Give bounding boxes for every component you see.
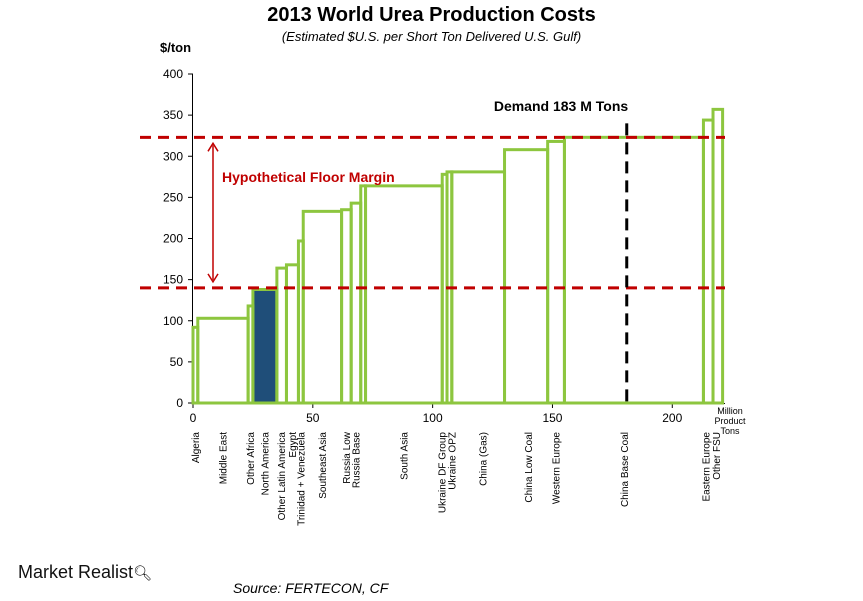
x-tick-label: 100 [423, 411, 443, 425]
x-axis-unit-label: Product [714, 416, 746, 426]
cost-step-western-europe [546, 139, 566, 405]
cost-step-middle-east [196, 316, 250, 405]
cost-curve-chart: $/ton 0 50 100 150 200 250 300 350 400 0 50 100 150 20… [140, 40, 746, 526]
y-tick-label: 100 [163, 314, 183, 328]
magnifier-icon: 🔍︎ [133, 565, 153, 582]
category-label: Algeria [191, 432, 202, 464]
y-tick-label: 150 [163, 273, 183, 287]
y-tick-label: 300 [163, 149, 183, 163]
x-tick-label: 0 [190, 411, 197, 425]
category-label: Ukraine OPZ [447, 432, 458, 490]
x-tick-label: 150 [542, 411, 562, 425]
category-label: Russia Base [351, 432, 362, 489]
category-label: North America [260, 432, 271, 496]
y-tick-label: 200 [163, 232, 183, 246]
category-label: Other Africa [246, 432, 257, 485]
cost-step-southeast-asia [301, 209, 344, 405]
x-axis-unit-label: Million [717, 406, 743, 416]
cost-step-other-fsu [711, 107, 725, 405]
cost-step-south-asia [364, 184, 444, 405]
x-axis-unit-label: Tons [720, 426, 740, 436]
cost-step-china-low-coal [503, 148, 550, 405]
margin-annotation: Hypothetical Floor Margin [222, 169, 395, 185]
demand-annotation: Demand 183 M Tons [494, 98, 629, 114]
category-label: Eastern Europe [701, 432, 712, 502]
y-tick-label: 250 [163, 190, 183, 204]
y-axis-label: $/ton [160, 40, 191, 55]
brand-logo: Market Realist🔍︎ [18, 562, 152, 583]
y-tick-label: 50 [170, 355, 184, 369]
category-label: Trinidad + Venezuela [296, 432, 307, 526]
brand-name: Market Realist [18, 562, 134, 582]
category-label: China (Gas) [478, 432, 489, 486]
cost-step-egypt [284, 263, 300, 405]
highlight-bar-north-america [252, 289, 277, 403]
category-label: Other Latin America [277, 432, 288, 521]
y-tick-label: 0 [176, 396, 183, 410]
category-label: China Base Coal [620, 432, 631, 507]
source-note: Source: FERTECON, CF [233, 580, 389, 596]
cost-step-china-gas- [450, 170, 507, 405]
category-label: Southeast Asia [318, 432, 329, 499]
category-label: Other FSU [712, 432, 723, 480]
x-tick-label: 50 [306, 411, 320, 425]
category-label: Western Europe [552, 432, 563, 505]
category-label: China Low Coal [524, 432, 535, 503]
y-tick-label: 350 [163, 108, 183, 122]
x-tick-label: 200 [662, 411, 682, 425]
y-tick-label: 400 [163, 67, 183, 81]
category-label: Middle East [218, 432, 229, 484]
category-label: South Asia [399, 432, 410, 480]
cost-step-china-base-coal [562, 135, 705, 405]
